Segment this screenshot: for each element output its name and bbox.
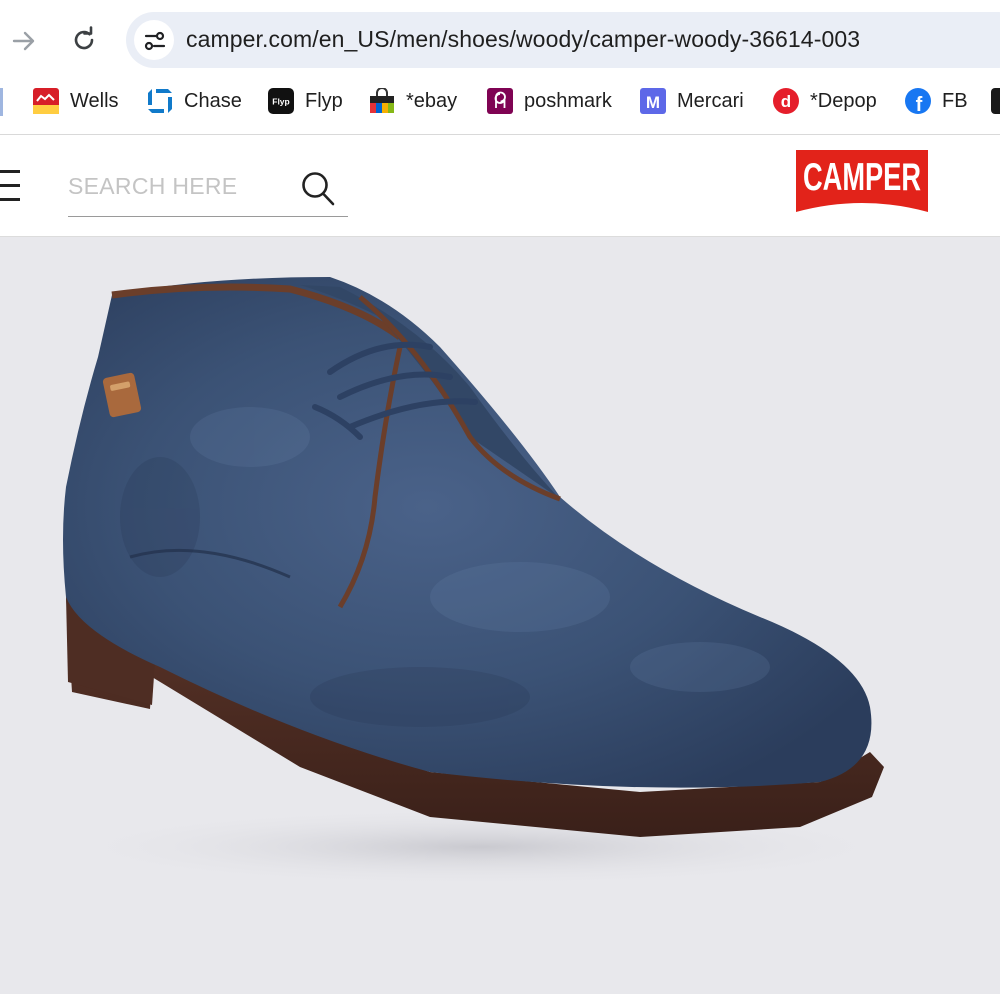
flyp-icon: Flyp xyxy=(268,88,294,114)
bookmark-label: Mercari xyxy=(677,89,744,112)
menu-icon[interactable] xyxy=(0,168,20,204)
bookmark-label: FB xyxy=(942,89,968,112)
bookmark-poshmark[interactable]: poshmark xyxy=(487,86,612,116)
depop-icon: d xyxy=(773,88,799,114)
bookmark-label: poshmark xyxy=(524,89,612,112)
poshmark-icon xyxy=(487,88,513,114)
tune-icon xyxy=(144,31,166,51)
svg-text:CAMPER: CAMPER xyxy=(803,155,921,199)
svg-text:M: M xyxy=(646,93,660,112)
bookmark-chase[interactable]: Chase xyxy=(147,86,242,116)
bookmark-label: Chase xyxy=(184,89,242,112)
bookmark-mercari[interactable]: M Mercari xyxy=(640,86,744,116)
reload-icon[interactable] xyxy=(70,26,98,54)
bookmark-label: Wells xyxy=(70,89,119,112)
svg-text:Flyp: Flyp xyxy=(272,97,289,107)
address-bar[interactable]: camper.com/en_US/men/shoes/woody/camper-… xyxy=(126,12,1000,68)
bookmark-ebay[interactable]: *ebay xyxy=(369,86,457,116)
bookmark-fb[interactable]: f FB xyxy=(905,86,968,116)
svg-text:d: d xyxy=(781,92,791,111)
search-icon[interactable] xyxy=(300,170,336,208)
url-text[interactable]: camper.com/en_US/men/shoes/woody/camper-… xyxy=(186,26,860,53)
wells-fargo-icon xyxy=(33,88,59,114)
product-image-area xyxy=(0,237,1000,994)
search-bar xyxy=(68,160,348,217)
bookmark-wells[interactable]: Wells xyxy=(33,86,119,116)
chase-icon xyxy=(148,89,172,113)
camper-logo[interactable]: CAMPER xyxy=(796,150,928,218)
forward-arrow-icon[interactable] xyxy=(10,27,38,55)
browser-toolbar: camper.com/en_US/men/shoes/woody/camper-… xyxy=(0,0,1000,78)
facebook-icon: f xyxy=(905,88,931,114)
bookmark-label: Flyp xyxy=(305,89,343,112)
bookmark-overflow-icon xyxy=(991,88,1000,114)
ebay-icon xyxy=(370,88,394,113)
search-input[interactable] xyxy=(68,168,288,204)
bookmark-label: *Depop xyxy=(810,89,877,112)
bookmark-flyp[interactable]: Flyp Flyp xyxy=(268,86,343,116)
site-info-button[interactable] xyxy=(134,20,174,60)
bookmark-overflow[interactable] xyxy=(991,86,1000,116)
mercari-icon: M xyxy=(640,88,666,114)
product-image[interactable] xyxy=(0,237,1000,994)
bookmark-label: *ebay xyxy=(406,89,458,112)
bookmark-depop[interactable]: d *Depop xyxy=(773,86,877,116)
svg-text:f: f xyxy=(916,94,923,114)
bookmarks-divider xyxy=(0,88,3,116)
